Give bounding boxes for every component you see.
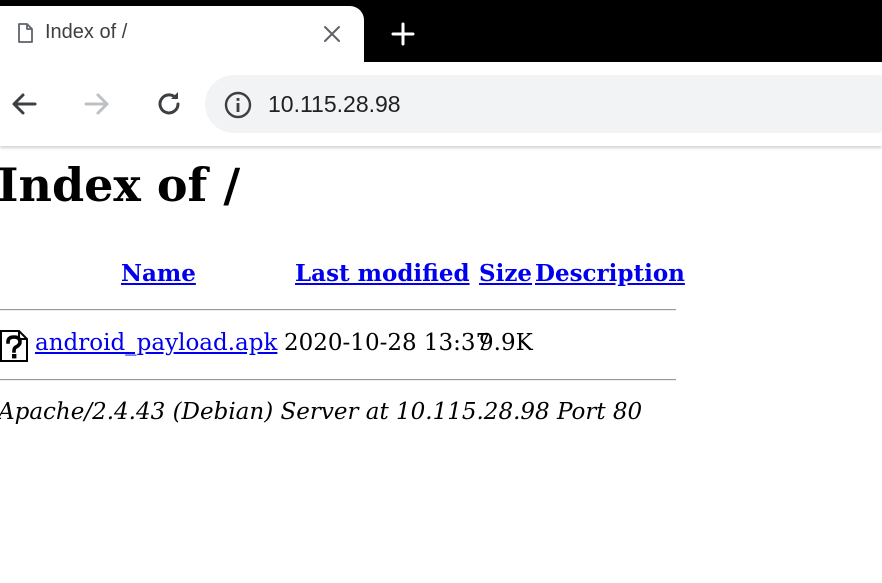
server-signature: Apache/2.4.43 (Debian) Server at 10.115.… [0,399,643,425]
column-header-description[interactable]: Description [535,260,685,287]
close-icon[interactable] [320,22,344,46]
file-last-modified: 2020-10-28 13:37 [284,330,491,356]
column-header-size[interactable]: Size [479,260,532,287]
arrow-left-icon[interactable] [8,88,40,120]
address-bar[interactable]: 10.115.28.98 [205,75,882,133]
unknown-file-icon [0,330,28,362]
url-text[interactable]: 10.115.28.98 [268,91,401,118]
browser-tab-active[interactable]: Index of / [0,6,364,62]
column-header-last-modified[interactable]: Last modified [295,260,470,287]
plus-icon[interactable] [389,20,417,48]
divider [0,309,676,311]
document-icon [16,23,34,43]
browser-toolbar: 10.115.28.98 [0,62,882,146]
arrow-right-icon[interactable] [81,88,113,120]
tab-title: Index of / [45,21,128,43]
file-size: 9.9K [479,330,533,356]
reload-icon[interactable] [153,88,185,120]
column-header-name[interactable]: Name [121,260,196,287]
info-icon[interactable] [223,90,253,120]
page-title: Index of / [0,158,241,212]
file-link[interactable]: android_payload.apk [35,330,277,356]
tab-strip: Index of / [0,0,882,62]
divider [0,379,676,381]
